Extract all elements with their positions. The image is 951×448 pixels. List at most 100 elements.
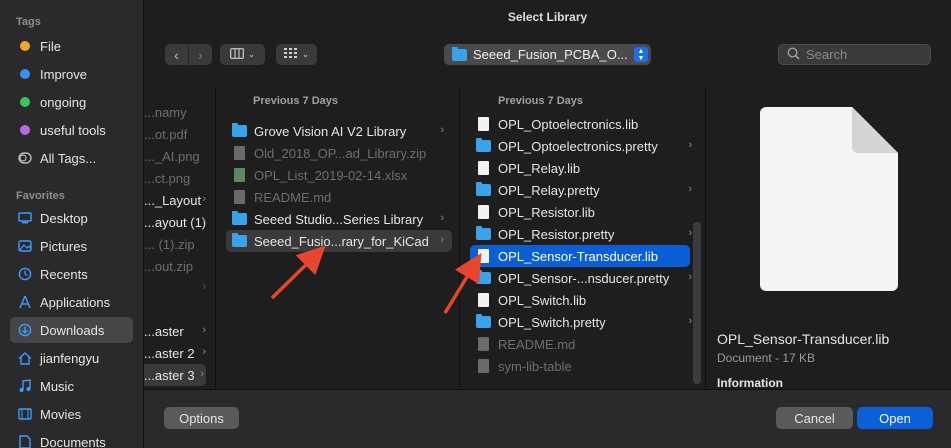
list-item[interactable]: OPL_Optoelectronics.pretty › bbox=[470, 135, 692, 157]
sidebar-tag-file[interactable]: File bbox=[10, 33, 133, 59]
list-item[interactable]: ...aster › bbox=[144, 320, 208, 342]
cancel-button[interactable]: Cancel bbox=[776, 407, 853, 429]
list-item[interactable]: OPL_Optoelectronics.lib bbox=[470, 113, 690, 135]
sidebar-item-label: useful tools bbox=[40, 122, 106, 138]
chevron-down-icon: ⌄ bbox=[301, 49, 310, 59]
document-icon bbox=[478, 161, 489, 175]
tag-dot-green-icon bbox=[20, 97, 30, 107]
sidebar-tag-improve[interactable]: Improve bbox=[10, 61, 133, 87]
chevron-right-icon: › bbox=[688, 183, 692, 195]
folder-icon bbox=[476, 138, 491, 152]
sidebar-item-downloads[interactable]: Downloads bbox=[10, 317, 133, 343]
chevron-down-icon: ⌄ bbox=[247, 49, 256, 59]
list-item[interactable]: Grove Vision AI V2 Library › bbox=[226, 120, 452, 142]
sidebar-item-jianfengyu[interactable]: jianfengyu bbox=[10, 345, 133, 371]
list-item[interactable]: ...ot.pdf bbox=[144, 123, 208, 145]
list-item[interactable]: OPL_Switch.pretty › bbox=[470, 311, 692, 333]
sidebar-item-label: Desktop bbox=[40, 210, 88, 226]
list-item[interactable]: ...aster 2 › bbox=[144, 342, 208, 364]
folder-icon bbox=[452, 47, 467, 61]
search-input[interactable] bbox=[806, 47, 926, 62]
list-item-selected[interactable]: OPL_Sensor-Transducer.lib bbox=[470, 245, 690, 267]
search-icon bbox=[787, 46, 800, 63]
list-item[interactable]: OPL_List_2019-02-14.xlsx bbox=[226, 164, 452, 186]
list-item[interactable]: ...aster 3 › bbox=[144, 364, 206, 386]
list-item[interactable]: README.md bbox=[226, 186, 452, 208]
tag-dot-blue-icon bbox=[20, 69, 30, 79]
document-icon bbox=[478, 337, 489, 351]
chevron-right-icon: › bbox=[200, 368, 204, 380]
preview-file-kind: Document - 17 KB bbox=[717, 351, 816, 365]
chevron-right-icon: › bbox=[440, 234, 444, 246]
list-item[interactable]: ...ayout (1) › bbox=[144, 211, 208, 233]
document-icon bbox=[478, 117, 489, 131]
folder-icon bbox=[476, 182, 491, 196]
list-item[interactable]: sym-lib-table bbox=[470, 355, 690, 377]
list-item[interactable]: › bbox=[144, 277, 208, 299]
grid-group-icon bbox=[283, 47, 298, 62]
list-item[interactable]: ...ct.png bbox=[144, 167, 208, 189]
sidebar-item-desktop[interactable]: Desktop bbox=[10, 205, 133, 231]
list-item-selected[interactable]: Seeed_Fusio...rary_for_KiCad › bbox=[226, 230, 452, 252]
clock-icon bbox=[18, 267, 32, 281]
folder-icon bbox=[476, 226, 491, 240]
list-item[interactable]: ..._AI.png bbox=[144, 145, 208, 167]
list-item[interactable]: ...namy bbox=[144, 101, 208, 123]
options-button[interactable]: Options bbox=[164, 407, 239, 429]
list-item[interactable]: OPL_Relay.lib bbox=[470, 157, 690, 179]
list-item[interactable]: README.md bbox=[470, 333, 690, 355]
chevron-right-icon: › bbox=[440, 212, 444, 224]
back-button[interactable]: ‹ bbox=[165, 44, 188, 65]
dialog-footer: Options Cancel Open bbox=[144, 389, 951, 448]
chevron-right-icon: › bbox=[688, 271, 692, 283]
sidebar-all-tags[interactable]: All Tags... bbox=[10, 145, 133, 171]
sidebar-item-pictures[interactable]: Pictures bbox=[10, 233, 133, 259]
group-button[interactable]: ⌄ bbox=[276, 44, 317, 65]
zip-file-icon bbox=[234, 146, 245, 160]
chevron-right-icon: › bbox=[198, 46, 203, 63]
preview-information-header: Information bbox=[717, 376, 783, 390]
list-item[interactable]: ...out.zip bbox=[144, 255, 208, 277]
home-icon bbox=[18, 351, 32, 365]
tag-dot-orange-icon bbox=[20, 41, 30, 51]
sidebar-item-documents[interactable]: Documents bbox=[10, 429, 133, 448]
list-item[interactable]: Old_2018_OP...ad_Library.zip bbox=[226, 142, 452, 164]
view-mode-button[interactable]: ⌄ bbox=[220, 44, 265, 65]
sidebar-item-movies[interactable]: Movies bbox=[10, 401, 133, 427]
folder-icon bbox=[232, 211, 247, 225]
sidebar-tag-ongoing[interactable]: ongoing bbox=[10, 89, 133, 115]
chevron-right-icon: › bbox=[202, 346, 206, 358]
column-header: Previous 7 Days bbox=[253, 95, 338, 107]
sidebar-item-music[interactable]: Music bbox=[10, 373, 133, 399]
column-header: Previous 7 Days bbox=[498, 95, 583, 107]
folder-icon bbox=[232, 123, 247, 137]
sidebar-item-applications[interactable]: Applications bbox=[10, 289, 133, 315]
open-button[interactable]: Open bbox=[857, 407, 933, 429]
forward-button[interactable]: › bbox=[188, 44, 212, 65]
location-popup[interactable]: Seeed_Fusion_PCBA_O... ▲ ▼ bbox=[444, 44, 651, 65]
document-icon bbox=[478, 293, 489, 307]
list-item[interactable]: OPL_Relay.pretty › bbox=[470, 179, 692, 201]
sidebar-item-label: File bbox=[40, 38, 61, 54]
chevron-right-icon: › bbox=[688, 315, 692, 327]
list-item[interactable]: Seeed Studio...Series Library › bbox=[226, 208, 452, 230]
list-item[interactable]: OPL_Resistor.lib bbox=[470, 201, 690, 223]
list-item[interactable]: ... (1).zip bbox=[144, 233, 208, 255]
sidebar: Tags File Improve ongoing useful tools A… bbox=[0, 0, 144, 448]
list-item[interactable]: OPL_Resistor.pretty › bbox=[470, 223, 692, 245]
sidebar-item-recents[interactable]: Recents bbox=[10, 261, 133, 287]
sidebar-item-label: Improve bbox=[40, 66, 87, 82]
chevron-right-icon: › bbox=[440, 124, 444, 136]
sidebar-tag-useful-tools[interactable]: useful tools bbox=[10, 117, 133, 143]
chevron-right-icon: › bbox=[202, 324, 206, 336]
chevron-left-icon: ‹ bbox=[174, 46, 179, 63]
list-item[interactable]: OPL_Switch.lib bbox=[470, 289, 690, 311]
list-item[interactable]: OPL_Sensor-...nsducer.pretty › bbox=[470, 267, 692, 289]
sidebar-item-label: Documents bbox=[40, 434, 106, 448]
vertical-scrollbar[interactable] bbox=[693, 222, 701, 384]
location-label: Seeed_Fusion_PCBA_O... bbox=[473, 47, 628, 62]
list-item[interactable]: ..._Layout › bbox=[144, 189, 208, 211]
pictures-icon bbox=[18, 239, 32, 253]
chevron-right-icon: › bbox=[688, 139, 692, 151]
search-field[interactable] bbox=[778, 44, 931, 65]
